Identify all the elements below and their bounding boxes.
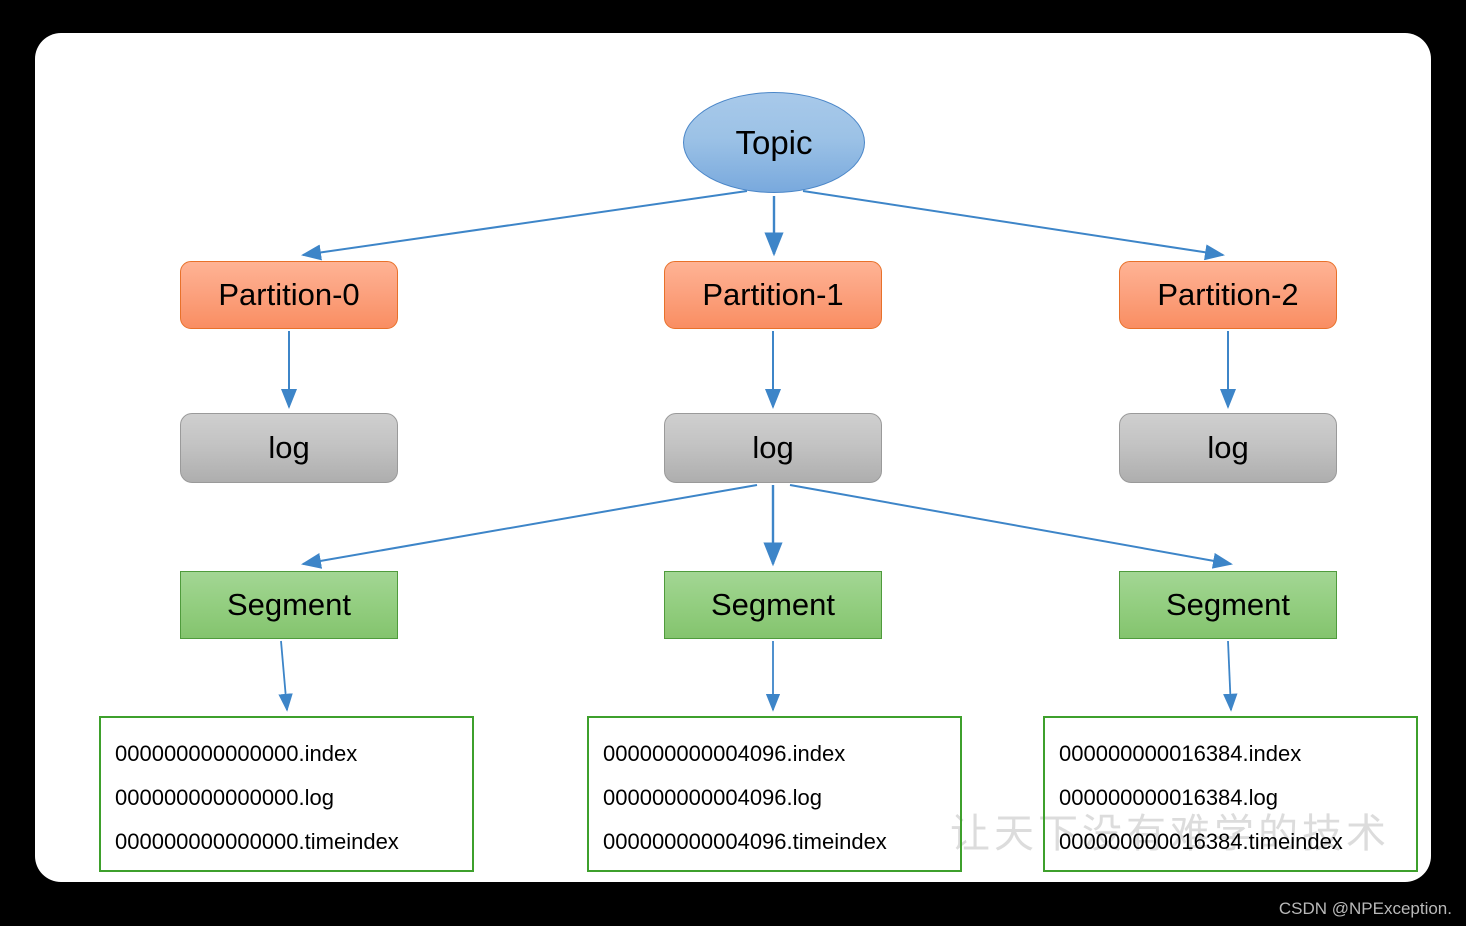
file-line: 000000000004096.index (603, 741, 846, 766)
segment-node-2[interactable]: Segment (1119, 571, 1337, 639)
segment-files-box-2: 000000000016384.index 000000000016384.lo… (1043, 716, 1418, 872)
diagram-canvas: 让天下没有难学的技术 Topic Partition-0 Partition-1… (0, 0, 1466, 926)
partition-node-0[interactable]: Partition-0 (180, 261, 398, 329)
segment-label-0: Segment (226, 587, 352, 622)
file-line: 000000000016384.index (1059, 741, 1302, 766)
edge-topic-partition-0 (301, 190, 748, 261)
edge-segment-0-files (278, 640, 293, 712)
topic-node[interactable]: Topic (683, 92, 865, 193)
file-line: 000000000004096.timeindex (603, 829, 887, 854)
diagram-card: 让天下没有难学的技术 Topic Partition-0 Partition-1… (35, 33, 1431, 882)
edge-log-segment-2 (789, 484, 1233, 569)
file-line: 000000000016384.log (1059, 785, 1279, 810)
partition-label-1: Partition-1 (702, 277, 844, 312)
topic-label: Topic (735, 123, 813, 161)
segment-node-0[interactable]: Segment (180, 571, 398, 639)
partition-label-2: Partition-2 (1157, 277, 1299, 312)
file-line: 000000000004096.log (603, 785, 823, 810)
segment-node-1[interactable]: Segment (664, 571, 882, 639)
segment-label-2: Segment (1165, 587, 1291, 622)
file-line: 000000000016384.timeindex (1059, 829, 1343, 854)
log-node-2[interactable]: log (1119, 413, 1337, 483)
file-line: 000000000000000.log (115, 785, 335, 810)
segment-label-1: Segment (710, 587, 836, 622)
log-label-1: log (752, 430, 794, 465)
edge-log-segment-0 (301, 484, 758, 569)
partition-label-0: Partition-0 (218, 277, 360, 312)
edge-topic-partition-2 (802, 190, 1225, 261)
edge-segment-2-files (1223, 640, 1238, 712)
log-label-2: log (1207, 430, 1249, 465)
partition-node-1[interactable]: Partition-1 (664, 261, 882, 329)
file-line: 000000000000000.index (115, 741, 358, 766)
log-node-0[interactable]: log (180, 413, 398, 483)
log-label-0: log (268, 430, 310, 465)
file-line: 000000000000000.timeindex (115, 829, 399, 854)
segment-files-box-1: 000000000004096.index 000000000004096.lo… (587, 716, 962, 872)
log-node-1[interactable]: log (664, 413, 882, 483)
segment-files-box-0: 000000000000000.index 000000000000000.lo… (99, 716, 474, 872)
partition-node-2[interactable]: Partition-2 (1119, 261, 1337, 329)
csdn-credit: CSDN @NPException. (1278, 899, 1452, 918)
